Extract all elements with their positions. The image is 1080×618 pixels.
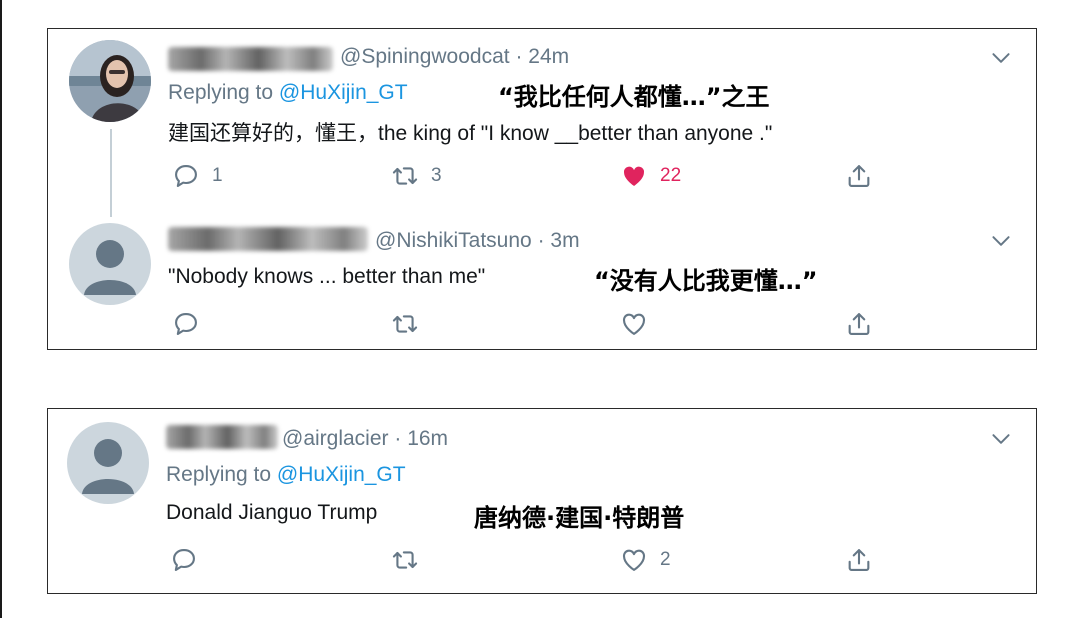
- like-action[interactable]: 2: [620, 546, 671, 574]
- share-action[interactable]: [845, 310, 873, 338]
- retweet-action[interactable]: [391, 546, 419, 574]
- meta-separator: ·: [515, 45, 529, 68]
- page-edge-rule: [0, 0, 2, 618]
- reply-action[interactable]: [172, 310, 200, 338]
- reply-icon: [172, 162, 200, 190]
- chevron-down-icon[interactable]: [988, 426, 1014, 452]
- user-handle[interactable]: @NishikiTatsuno: [375, 229, 532, 252]
- tweet-time[interactable]: 3m: [550, 229, 579, 252]
- retweet-icon: [391, 310, 419, 338]
- avatar[interactable]: [69, 40, 151, 122]
- tweet-text: 建国还算好的，懂王，the king of "I know __better t…: [168, 122, 773, 145]
- user-handle[interactable]: @Spiningwoodcat: [340, 45, 510, 68]
- replying-to-prefix: Replying to: [166, 463, 277, 486]
- like-action[interactable]: [620, 310, 648, 338]
- share-action[interactable]: [845, 162, 873, 190]
- reply-icon: [170, 546, 198, 574]
- like-count: 2: [660, 549, 671, 570]
- redacted-display-name: [166, 425, 278, 449]
- reply-icon: [172, 310, 200, 338]
- reply-count: 1: [212, 165, 223, 186]
- meta-separator: ·: [394, 427, 408, 450]
- user-handle[interactable]: @airglacier: [282, 427, 389, 450]
- redacted-display-name: [168, 227, 368, 251]
- avatar[interactable]: [67, 422, 149, 504]
- like-count: 22: [660, 165, 682, 186]
- annotation-caption: 唐纳德·建国·特朗普: [474, 504, 685, 532]
- retweet-action[interactable]: 3: [391, 162, 442, 190]
- like-icon: [620, 310, 648, 338]
- tweet-card: @airglacier · 16m Replying to @HuXijin_G…: [47, 408, 1037, 594]
- retweet-icon: [391, 546, 419, 574]
- tweet-text: "Nobody knows ... better than me": [168, 265, 486, 288]
- retweet-action[interactable]: [391, 310, 419, 338]
- retweet-count: 3: [431, 165, 442, 186]
- annotation-caption: “没有人比我更懂…”: [594, 267, 818, 295]
- chevron-down-icon[interactable]: [988, 45, 1014, 71]
- retweet-icon: [391, 162, 419, 190]
- tweet-text: Donald Jianguo Trump: [166, 501, 378, 524]
- tweet-meta: @NishikiTatsuno · 3m: [375, 229, 580, 253]
- tweet-thread-card: @Spiningwoodcat · 24m Replying to @HuXij…: [47, 28, 1037, 350]
- like-icon: [620, 546, 648, 574]
- share-icon: [845, 310, 873, 338]
- share-icon: [845, 162, 873, 190]
- reply-action[interactable]: 1: [172, 162, 223, 190]
- tweet-time[interactable]: 24m: [528, 45, 569, 68]
- like-icon: [620, 162, 648, 190]
- mention-link[interactable]: @HuXijin_GT: [277, 463, 406, 486]
- avatar[interactable]: [69, 223, 151, 305]
- share-icon: [845, 546, 873, 574]
- thread-connector-line: [110, 129, 112, 217]
- reply-action[interactable]: [170, 546, 198, 574]
- annotation-caption: “我比任何人都懂…”之王: [498, 83, 770, 111]
- share-action[interactable]: [845, 546, 873, 574]
- tweet-meta: @Spiningwoodcat · 24m: [340, 45, 569, 69]
- chevron-down-icon[interactable]: [988, 228, 1014, 254]
- redacted-display-name: [168, 47, 333, 71]
- replying-to: Replying to @HuXijin_GT: [168, 81, 408, 105]
- replying-to: Replying to @HuXijin_GT: [166, 463, 406, 487]
- replying-to-prefix: Replying to: [168, 81, 279, 104]
- meta-separator: ·: [537, 229, 551, 252]
- tweet-meta: @airglacier · 16m: [282, 427, 448, 451]
- tweet-time[interactable]: 16m: [407, 427, 448, 450]
- like-action[interactable]: 22: [620, 162, 681, 190]
- mention-link[interactable]: @HuXijin_GT: [279, 81, 408, 104]
